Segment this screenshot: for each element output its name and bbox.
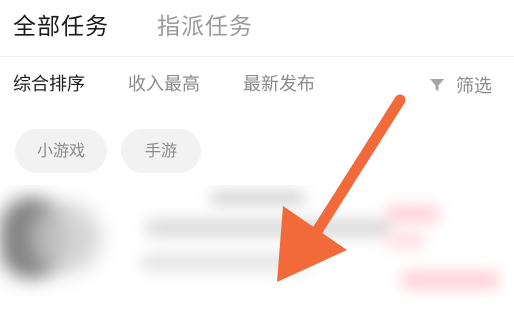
chip-mini-games[interactable]: 小游戏: [15, 129, 107, 173]
category-chips: 小游戏 手游: [0, 129, 514, 173]
chip-mobile-games[interactable]: 手游: [121, 129, 201, 173]
tab-all-tasks[interactable]: 全部任务: [13, 10, 109, 44]
avatar-blurred-overlay: [30, 203, 100, 273]
sort-newest[interactable]: 最新发布: [243, 72, 315, 98]
blurred-text-line: [140, 253, 310, 271]
blurred-action-button: [400, 271, 500, 289]
filter-label: 筛选: [456, 76, 492, 97]
tab-assigned-tasks[interactable]: 指派任务: [157, 10, 253, 44]
blurred-price-line: [385, 231, 425, 249]
task-list-item-blurred[interactable]: [0, 185, 514, 309]
filter-button[interactable]: 筛选: [428, 72, 492, 98]
sort-comprehensive[interactable]: 综合排序: [13, 72, 85, 98]
top-tab-bar: 全部任务 指派任务: [0, 0, 514, 54]
divider: [0, 56, 514, 57]
blurred-text-line: [210, 191, 305, 205]
blurred-text-line: [145, 219, 395, 237]
filter-icon: [430, 79, 444, 91]
sort-highest-income[interactable]: 收入最高: [128, 72, 200, 98]
blurred-price-line: [385, 205, 440, 223]
